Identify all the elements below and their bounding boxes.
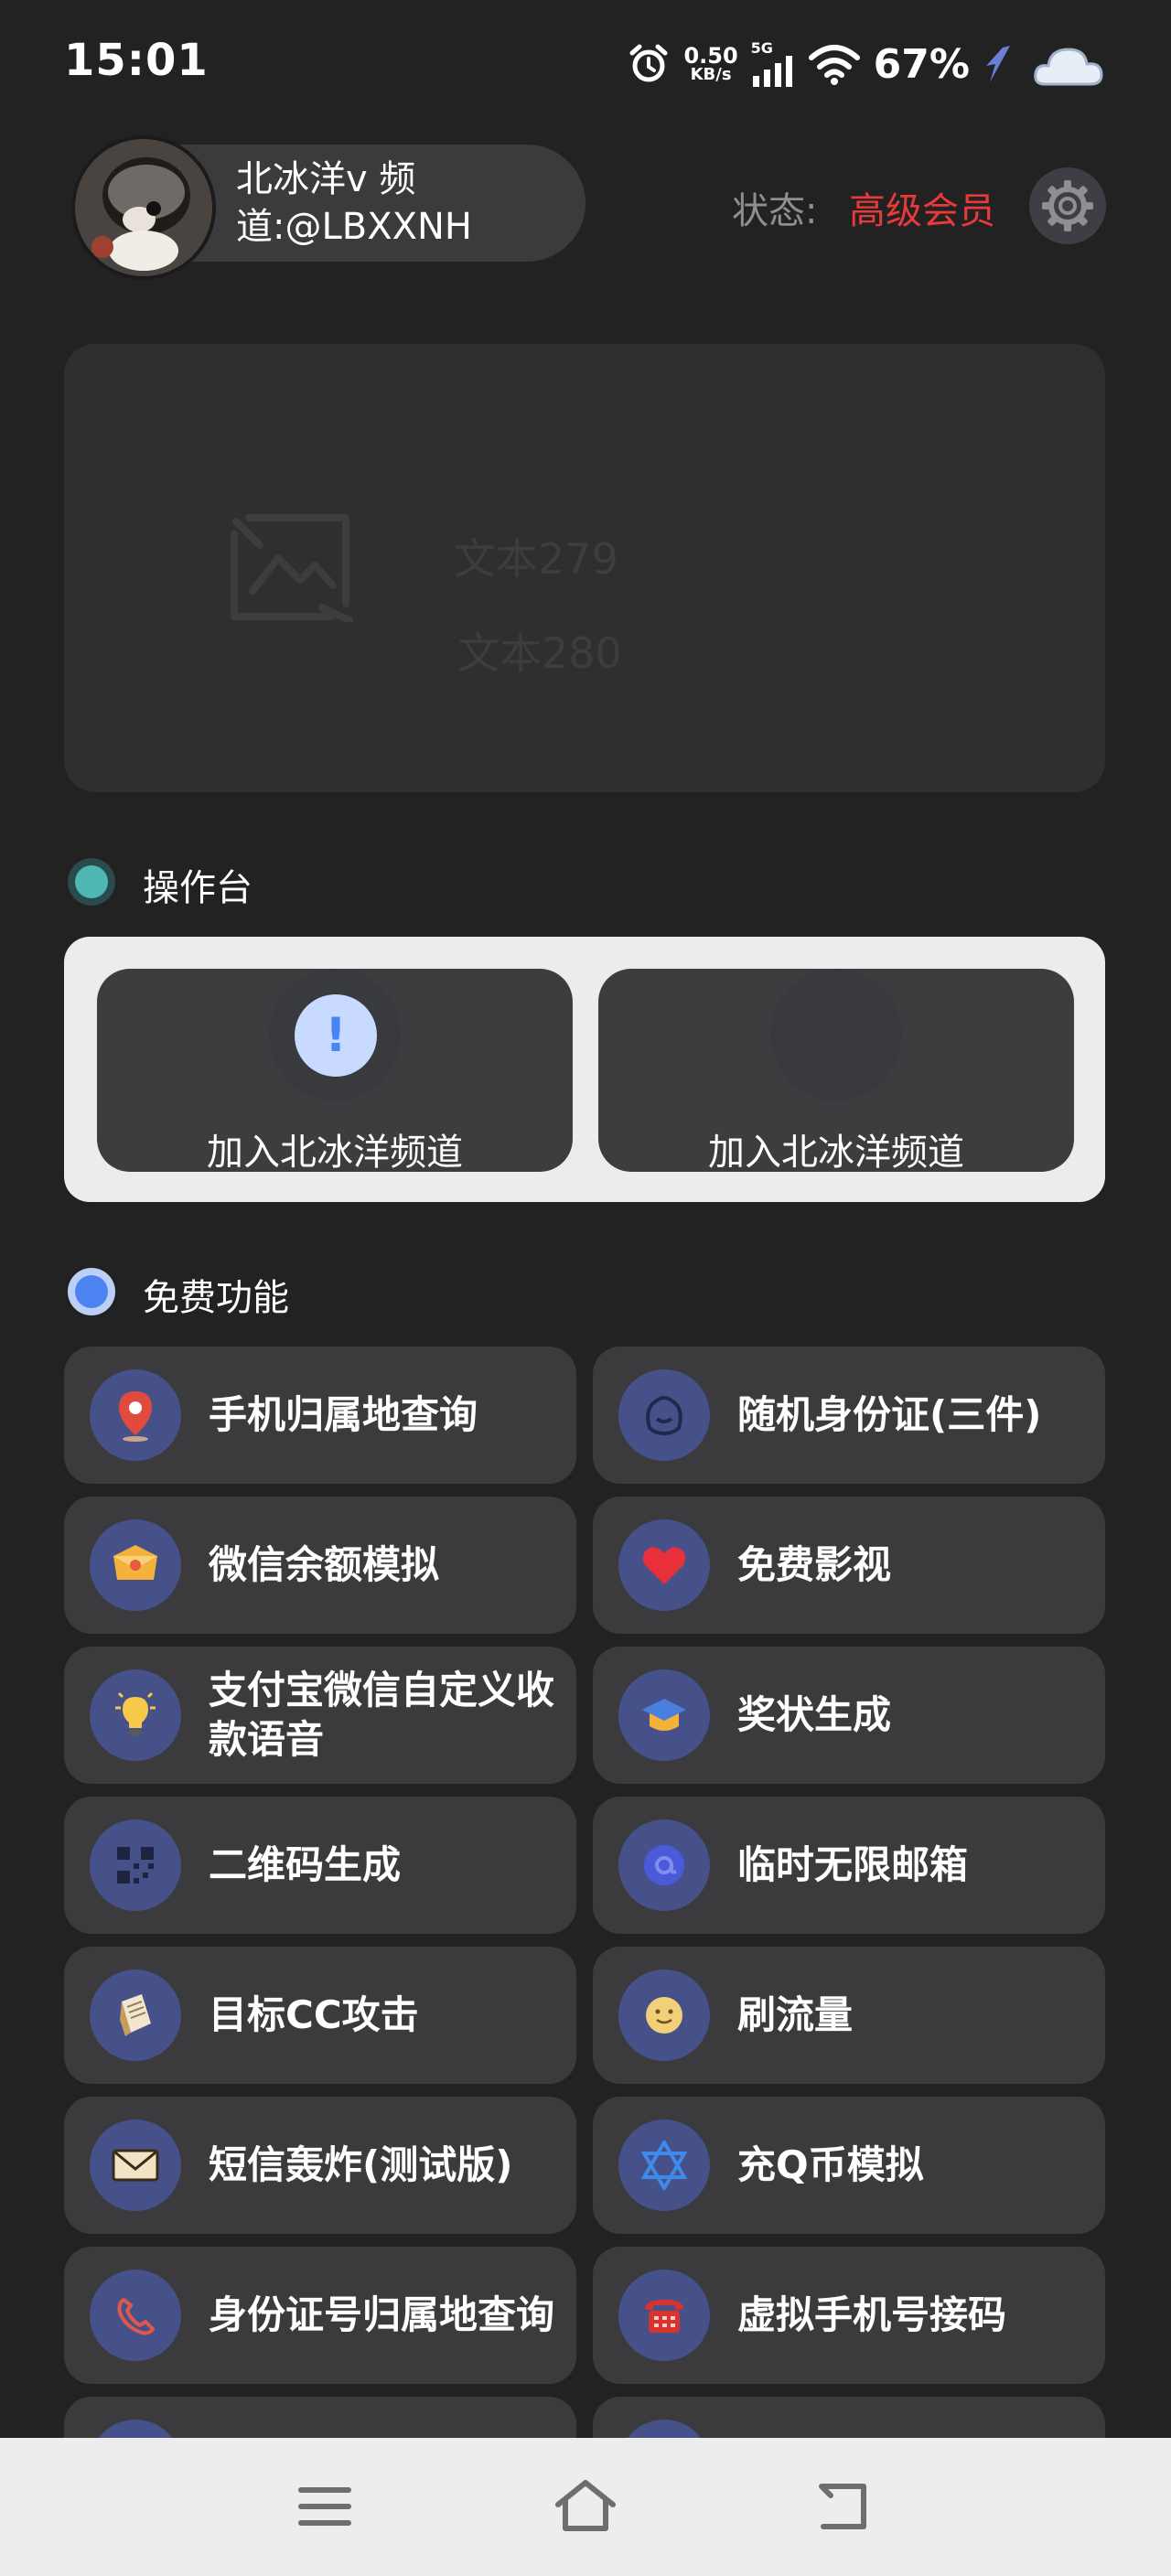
navigation-bar [0, 2438, 1171, 2576]
feature-free-movies[interactable]: 免费影视 [593, 1497, 1105, 1634]
feature-virtual-number[interactable]: 虚拟手机号接码 [593, 2247, 1105, 2384]
status-icons: 0.50 KB/s 5G 67% [627, 37, 1105, 91]
membership-status: 高级会员 [849, 190, 995, 232]
join-channel-label: 加入北冰洋频道 [708, 1132, 964, 1174]
image-placeholder-icon [231, 514, 353, 622]
menu-icon [298, 2487, 351, 2526]
battery-percent: 67% [873, 40, 970, 88]
smiley-icon [646, 1997, 682, 2034]
menu-button[interactable] [279, 2465, 371, 2548]
heart-icon [642, 1547, 686, 1584]
cell-signal-icon: 5G [751, 41, 795, 87]
qr-code-icon [117, 1847, 154, 1884]
wifi-icon [808, 45, 860, 85]
banner-text-1: 文本279 [454, 534, 618, 584]
status-bar: 15:01 0.50 KB/s 5G 67% [0, 0, 1171, 128]
blank-icon [770, 969, 902, 1100]
location-pin-icon [119, 1391, 152, 1442]
feature-sms-bomb[interactable]: 短信轰炸(测试版) [64, 2097, 576, 2234]
home-icon [555, 2480, 616, 2531]
join-channel-button-2[interactable]: 加入北冰洋频道 [598, 969, 1074, 1174]
home-button[interactable] [540, 2465, 631, 2548]
feature-certificate[interactable]: 奖状生成 [593, 1647, 1105, 1784]
settings-button[interactable] [1029, 167, 1106, 244]
exclamation-icon: ! [295, 994, 377, 1077]
feature-id-location[interactable]: 身份证号归属地查询 [64, 2247, 576, 2384]
free-section-title: 免费功能 [143, 1277, 289, 1319]
network-speed: 0.50 KB/s [683, 43, 738, 84]
alarm-icon [629, 44, 668, 82]
back-icon [819, 2484, 866, 2529]
feature-phone-location[interactable]: 手机归属地查询 [64, 1347, 576, 1484]
status-time: 15:01 [64, 35, 209, 86]
feature-traffic[interactable]: 刷流量 [593, 1947, 1105, 2084]
profile-name: 北冰洋v 频道:@LBXXNH [236, 158, 473, 248]
console-section-title: 操作台 [143, 867, 252, 909]
wallet-icon [113, 1545, 157, 1580]
feature-wechat-balance[interactable]: 微信余额模拟 [64, 1497, 576, 1634]
gear-icon [1042, 180, 1093, 231]
feature-temp-email[interactable]: 临时无限邮箱 [593, 1797, 1105, 1934]
free-section-dot [75, 1275, 108, 1308]
join-channel-button-1[interactable]: ! 加入北冰洋频道 [97, 969, 573, 1174]
feature-cc-attack[interactable]: 目标CC攻击 [64, 1947, 576, 2084]
document-icon [120, 1994, 151, 2036]
email-at-icon [644, 1845, 684, 1885]
feature-q-coin[interactable]: 充Q币模拟 [593, 2097, 1105, 2234]
person-outline-icon [646, 1396, 682, 1436]
telephone-icon [645, 2300, 683, 2333]
charging-bolt-icon [986, 46, 1010, 82]
back-button[interactable] [800, 2465, 891, 2548]
star-of-david-icon [641, 2141, 687, 2190]
banner-text-2: 文本280 [457, 628, 622, 678]
console-section-dot [75, 865, 108, 898]
cloud-icon [1034, 48, 1103, 86]
feature-random-id[interactable]: 随机身份证(三件) [593, 1347, 1105, 1484]
status-label: 状态: [732, 190, 818, 232]
phone-handset-icon [117, 2298, 155, 2335]
join-channel-label: 加入北冰洋频道 [207, 1132, 463, 1174]
envelope-icon [112, 2149, 159, 2182]
graduation-cap-icon [642, 1699, 686, 1731]
feature-qr-code[interactable]: 二维码生成 [64, 1797, 576, 1934]
feature-payment-voice[interactable]: 支付宝微信自定义收款语音 [64, 1647, 576, 1784]
avatar[interactable] [71, 135, 216, 280]
lightbulb-icon [115, 1691, 156, 1735]
